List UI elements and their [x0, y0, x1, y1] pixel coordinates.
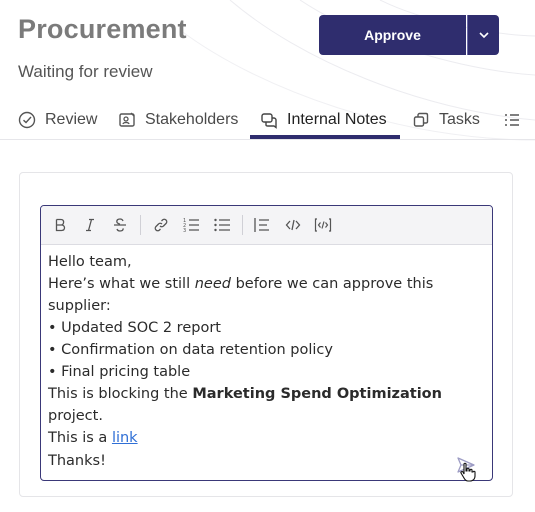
- chat-bubbles-icon: [260, 111, 278, 129]
- link-icon[interactable]: [151, 215, 171, 235]
- person-card-icon: [118, 111, 136, 129]
- tab-label: Internal Notes: [287, 110, 387, 128]
- note-line: Here’s what we still need before we can …: [48, 276, 434, 292]
- copy-icon: [412, 111, 430, 129]
- code-block-icon[interactable]: [313, 215, 333, 235]
- approve-menu-toggle[interactable]: [467, 15, 499, 55]
- note-body[interactable]: Hello team, Here’s what we still need be…: [48, 251, 478, 472]
- cursor-hand-icon: [460, 462, 476, 482]
- code-icon[interactable]: [283, 215, 303, 235]
- note-line: Hello team,: [48, 254, 132, 270]
- svg-text:3: 3: [183, 228, 186, 233]
- tab-label: Stakeholders: [145, 110, 239, 128]
- tab-stakeholders[interactable]: Stakeholders: [118, 100, 238, 139]
- tab-more[interactable]: [503, 100, 530, 139]
- toolbar-divider: [140, 215, 141, 235]
- active-tab-indicator: [250, 135, 400, 139]
- note-line: supplier:: [48, 298, 111, 314]
- approve-button[interactable]: Approve: [319, 15, 466, 55]
- approve-split-button: Approve: [319, 15, 499, 55]
- strikethrough-icon[interactable]: [110, 215, 130, 235]
- tab-review[interactable]: Review: [18, 100, 97, 139]
- ordered-list-icon[interactable]: 123: [181, 215, 201, 235]
- page-header: Procurement Waiting for review Approve: [18, 14, 518, 94]
- check-circle-icon: [18, 111, 36, 129]
- bullet-item: • Final pricing table: [48, 364, 191, 380]
- bullet-list-icon[interactable]: [212, 215, 232, 235]
- tab-bar: Review Stakeholders Internal Notes Tasks: [0, 100, 535, 140]
- editor-toolbar: 123: [41, 206, 492, 245]
- note-line: Thanks!: [48, 453, 106, 469]
- bullet-item: • Updated SOC 2 report: [48, 320, 221, 336]
- toolbar-divider: [242, 215, 243, 235]
- tab-label: Review: [45, 110, 98, 128]
- tab-tasks[interactable]: Tasks: [412, 100, 480, 139]
- bullet-item: • Confirmation on data retention policy: [48, 342, 333, 358]
- tab-internal-notes[interactable]: Internal Notes: [260, 100, 387, 139]
- note-link[interactable]: link: [112, 430, 138, 446]
- bold-icon[interactable]: [50, 215, 70, 235]
- note-line: project.: [48, 408, 103, 424]
- page-title: Procurement: [18, 14, 187, 44]
- page-status: Waiting for review: [18, 62, 153, 81]
- italic-icon[interactable]: [80, 215, 100, 235]
- note-line: This is a link: [48, 430, 138, 446]
- tab-label: Tasks: [439, 110, 480, 128]
- chevron-down-icon: [478, 32, 489, 39]
- blockquote-icon[interactable]: [252, 215, 272, 235]
- note-line: This is blocking the Marketing Spend Opt…: [48, 386, 442, 402]
- list-icon: [503, 111, 521, 129]
